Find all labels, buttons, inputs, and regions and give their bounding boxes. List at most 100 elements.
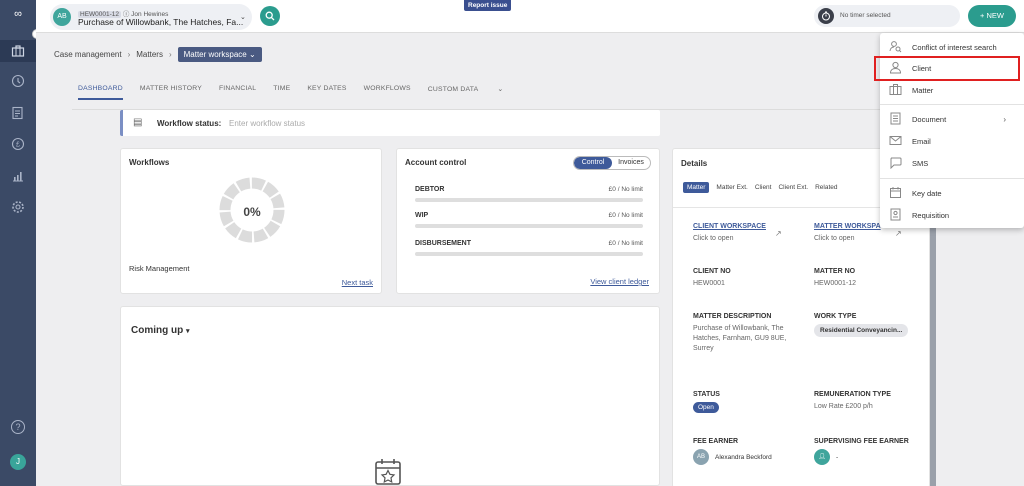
menu-item-requisition[interactable]: Requisition bbox=[880, 205, 1024, 225]
external-link-icon[interactable]: ↗ bbox=[895, 229, 902, 238]
menu-divider bbox=[880, 104, 1024, 105]
client-no-field: CLIENT NO HEW0001 bbox=[693, 268, 731, 289]
calendar-icon bbox=[888, 186, 902, 200]
workflows-title: Workflows bbox=[129, 158, 170, 167]
timer-text: No timer selected bbox=[840, 12, 891, 19]
matter-description-label: MATTER DESCRIPTION bbox=[693, 313, 772, 320]
menu-item-sms[interactable]: SMS bbox=[880, 153, 1024, 173]
matter-no-field: MATTER NO HEW0001-12 bbox=[814, 268, 856, 289]
breadcrumb-current[interactable]: Matter workspace ⌄ bbox=[177, 47, 262, 62]
supervising-label: SUPERVISING FEE EARNER bbox=[814, 438, 909, 445]
briefcase-icon bbox=[888, 83, 902, 97]
matter-name: Purchase of Willowbank, The Hatches, Fa.… bbox=[78, 17, 244, 27]
subtab-matter-ext[interactable]: Matter Ext. bbox=[716, 184, 747, 191]
pound-icon[interactable]: £ bbox=[11, 137, 25, 151]
search-button[interactable] bbox=[260, 6, 280, 26]
menu-label: Requisition bbox=[912, 210, 950, 220]
report-issue-button[interactable]: Report issue bbox=[464, 0, 512, 11]
checklist-icon: ▤ bbox=[133, 117, 143, 128]
tab-custom-data[interactable]: CUSTOM DATA ⌄ bbox=[428, 85, 521, 100]
tab-custom-data-label: CUSTOM DATA bbox=[427, 86, 479, 93]
matter-selector[interactable]: AB HEW0001-12 ⓘ Jon Hewines Purchase of … bbox=[50, 4, 252, 30]
tab-key-dates[interactable]: KEY DATES bbox=[307, 85, 346, 100]
fee-earner-label: FEE EARNER bbox=[693, 438, 739, 445]
caret-down-icon: ▾ bbox=[186, 328, 190, 335]
supervising-person: 👤︎ - bbox=[814, 449, 909, 465]
next-task-link[interactable]: Next task bbox=[342, 278, 373, 287]
tab-matter-history[interactable]: MATTER HISTORY bbox=[140, 85, 202, 100]
matter-no-label: MATTER NO bbox=[814, 268, 856, 275]
chevron-down-icon[interactable]: ⌄ bbox=[240, 13, 246, 21]
menu-label: Key date bbox=[912, 188, 942, 198]
chevron-down-icon: ⌄ bbox=[248, 50, 256, 59]
external-link-icon[interactable]: ↗ bbox=[775, 229, 782, 238]
toggle-invoices[interactable]: Invoices bbox=[612, 157, 650, 169]
tab-time[interactable]: TIME bbox=[273, 85, 290, 100]
requisition-icon bbox=[888, 208, 902, 222]
subtab-matter[interactable]: Matter bbox=[683, 182, 710, 193]
gear-icon[interactable] bbox=[11, 200, 25, 214]
subtab-related[interactable]: Related bbox=[815, 184, 837, 191]
chart-icon[interactable] bbox=[11, 169, 25, 183]
menu-label: Conflict of interest search bbox=[912, 42, 997, 52]
matter-no-value: HEW0001-12 bbox=[814, 280, 857, 287]
coming-up-label: Coming up bbox=[131, 325, 184, 336]
chat-bubble-icon bbox=[888, 156, 902, 170]
tab-financial[interactable]: FINANCIAL bbox=[219, 85, 256, 100]
matter-workspace-sub: Click to open bbox=[814, 235, 855, 242]
calendar-star-icon bbox=[373, 457, 403, 486]
tab-workflows[interactable]: WORKFLOWS bbox=[364, 85, 411, 100]
menu-label: Matter bbox=[912, 85, 934, 95]
client-workspace-link[interactable]: CLIENT WORKSPACE bbox=[693, 223, 766, 230]
person-icon: 👤︎ bbox=[814, 449, 830, 465]
help-icon[interactable]: ? bbox=[11, 420, 25, 434]
supervising-name: - bbox=[836, 453, 839, 461]
account-control-card: Account control Control Invoices DEBTOR … bbox=[396, 148, 660, 294]
breadcrumb-matters[interactable]: Matters bbox=[136, 50, 163, 59]
menu-item-conflict-search[interactable]: Conflict of interest search bbox=[880, 37, 1024, 57]
new-button[interactable]: + NEW bbox=[968, 5, 1016, 27]
document-list-icon[interactable] bbox=[11, 106, 25, 120]
matter-description-field: MATTER DESCRIPTION Purchase of Willowban… bbox=[693, 313, 791, 354]
client-highlight-box bbox=[874, 56, 1020, 81]
matter-workspace-link[interactable]: MATTER WORKSPA bbox=[814, 223, 881, 230]
disbursement-bar bbox=[415, 252, 643, 256]
coming-up-title[interactable]: Coming up ▾ bbox=[131, 325, 190, 336]
toggle-control[interactable]: Control bbox=[574, 157, 612, 169]
menu-item-matter[interactable]: Matter bbox=[880, 80, 1024, 100]
app-logo-icon[interactable]: ∞ bbox=[6, 8, 30, 22]
tab-dashboard[interactable]: DASHBOARD bbox=[78, 85, 123, 100]
chevron-right-icon: › bbox=[168, 50, 172, 59]
workflow-status-bar[interactable]: ▤ Workflow status: Enter workflow status bbox=[120, 110, 660, 136]
menu-item-key-date[interactable]: Key date bbox=[880, 183, 1024, 203]
debtor-value: £0 / No limit bbox=[608, 186, 643, 193]
subtab-client[interactable]: Client bbox=[755, 184, 772, 191]
menu-divider bbox=[880, 178, 1024, 179]
client-no-label: CLIENT NO bbox=[693, 268, 731, 275]
workflow-progress-percent: 0% bbox=[243, 205, 261, 219]
disbursement-value: £0 / No limit bbox=[608, 240, 643, 247]
status-badge: Open bbox=[693, 402, 719, 413]
fee-earner-person: AB Alexandra Beckford bbox=[693, 449, 772, 465]
matter-description-value: Purchase of Willowbank, The Hatches, Far… bbox=[693, 325, 787, 352]
wip-value: £0 / No limit bbox=[608, 212, 643, 219]
workflow-status-input[interactable]: Enter workflow status bbox=[229, 119, 305, 128]
matter-workspace-field: MATTER WORKSPA Click to open bbox=[814, 223, 881, 244]
remuneration-field: REMUNERATION TYPE Low Rate £200 p/h bbox=[814, 391, 891, 412]
menu-label: Email bbox=[912, 136, 931, 146]
work-type-label: WORK TYPE bbox=[814, 313, 857, 320]
user-avatar[interactable]: J bbox=[10, 454, 26, 470]
timer-selector[interactable]: No timer selected bbox=[814, 5, 960, 27]
briefcase-icon[interactable] bbox=[11, 44, 25, 58]
left-rail: ∞ › £ ? J bbox=[0, 0, 42, 486]
view-client-ledger-link[interactable]: View client ledger bbox=[590, 277, 649, 286]
menu-item-email[interactable]: Email bbox=[880, 131, 1024, 151]
status-label: STATUS bbox=[693, 391, 720, 398]
breadcrumb-case-management[interactable]: Case management bbox=[54, 50, 122, 59]
clock-icon[interactable] bbox=[11, 74, 25, 88]
details-subtabs: Matter Matter Ext. Client Client Ext. Re… bbox=[683, 182, 838, 193]
work-type-field: WORK TYPE Residential Conveyancin... bbox=[814, 313, 909, 337]
subtab-client-ext[interactable]: Client Ext. bbox=[778, 184, 808, 191]
person-search-icon bbox=[888, 40, 902, 54]
menu-item-document[interactable]: Document › bbox=[880, 109, 1024, 129]
